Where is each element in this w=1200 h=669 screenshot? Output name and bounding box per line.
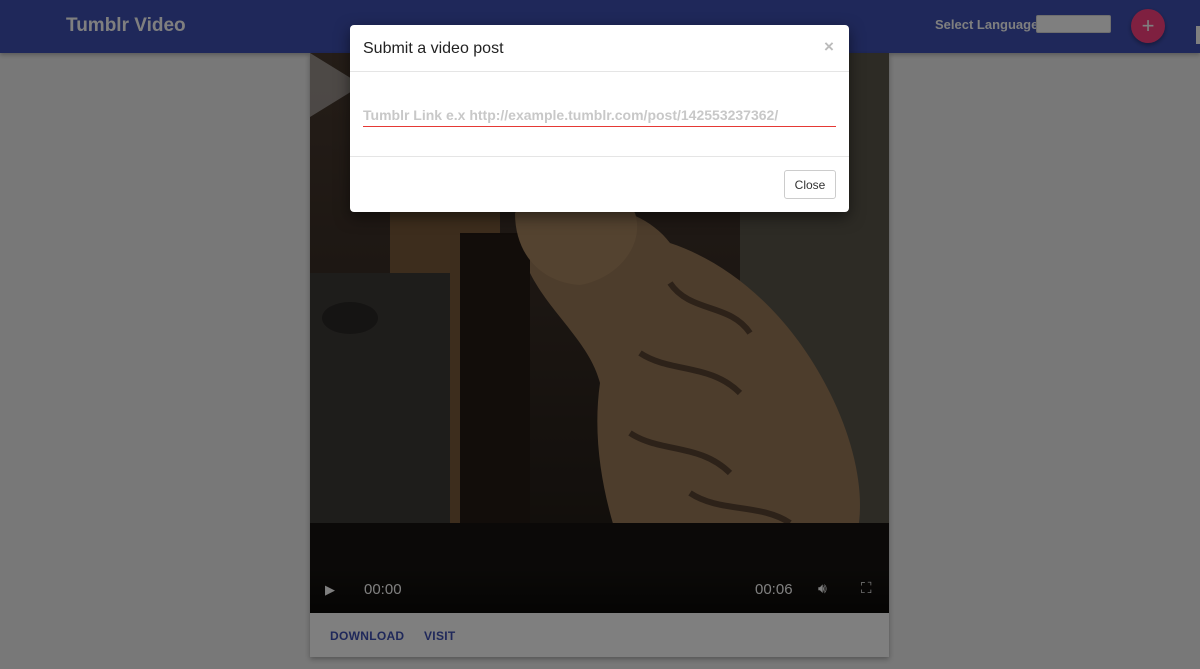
close-button[interactable]: Close [784, 170, 836, 199]
modal-body [350, 73, 849, 157]
close-icon[interactable]: × [824, 37, 834, 57]
modal-header: Submit a video post × [350, 25, 849, 72]
submit-video-modal: Submit a video post × Close [350, 25, 849, 212]
modal-title: Submit a video post [363, 40, 504, 57]
tumblr-link-input[interactable] [363, 103, 836, 127]
